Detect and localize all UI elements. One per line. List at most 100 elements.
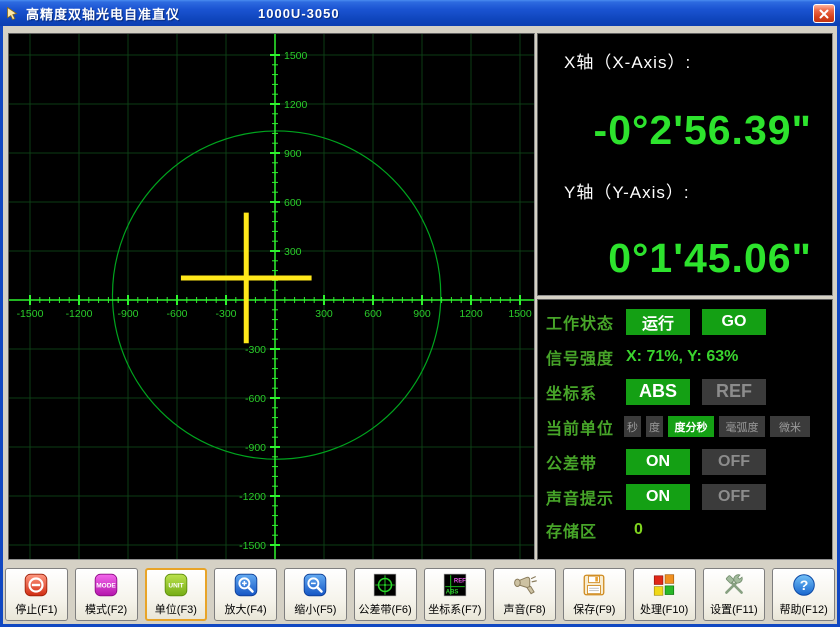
close-icon	[818, 8, 830, 20]
unit-option-arcsec[interactable]: 秒	[624, 416, 641, 437]
sound-icon	[512, 572, 538, 598]
stop-button[interactable]: 停止(F1)	[5, 568, 68, 621]
window-title: 高精度双轴光电自准直仪	[26, 4, 180, 23]
coordinate-system-row: 坐标系 ABS REF	[546, 374, 824, 409]
coordinate-system-button-label: 坐标系(F7)	[428, 601, 481, 617]
reticle-plot: -1500-1200-900-600-300300600900120015001…	[9, 34, 534, 559]
process-icon	[651, 572, 677, 598]
go-button[interactable]: GO	[702, 309, 766, 335]
svg-text:1200: 1200	[284, 99, 308, 111]
mode-button[interactable]: MODE 模式(F2)	[75, 568, 138, 621]
process-button[interactable]: 处理(F10)	[633, 568, 696, 621]
svg-text:MODE: MODE	[96, 583, 116, 590]
unit-option-mrad[interactable]: 毫弧度	[719, 416, 765, 437]
x-axis-label: X轴（X-Axis）:	[564, 48, 832, 73]
tolerance-band-row: 公差带 ON OFF	[546, 444, 824, 479]
signal-strength-row: 信号强度 X: 71%, Y: 63%	[546, 339, 824, 374]
mode-icon: MODE	[93, 572, 119, 598]
zoom-in-button-label: 放大(F4)	[225, 601, 267, 617]
sound-button-label: 声音(F8)	[504, 601, 546, 617]
help-button[interactable]: ? 帮助(F12)	[772, 568, 835, 621]
zoom-out-button-label: 缩小(F5)	[294, 601, 336, 617]
svg-text:900: 900	[413, 308, 431, 320]
help-icon: ?	[791, 572, 817, 598]
sound-prompt-label: 声音提示	[546, 485, 626, 509]
settings-button-label: 设置(F11)	[710, 601, 757, 617]
unit-button[interactable]: UNIT 单位(F3)	[145, 568, 208, 621]
abs-button[interactable]: ABS	[626, 379, 690, 405]
unit-option-dms[interactable]: 度分秒	[668, 416, 714, 437]
svg-text:1200: 1200	[459, 308, 483, 320]
tolerance-band-button-label: 公差带(F6)	[359, 601, 412, 617]
save-button[interactable]: 保存(F9)	[563, 568, 626, 621]
svg-text:?: ?	[799, 577, 808, 593]
work-status-label: 工作状态	[546, 310, 626, 334]
unit-option-micron[interactable]: 微米	[770, 416, 810, 437]
svg-text:1500: 1500	[284, 50, 308, 62]
svg-text:-600: -600	[166, 308, 187, 320]
sound-button[interactable]: 声音(F8)	[493, 568, 556, 621]
sound-off-button[interactable]: OFF	[702, 484, 766, 510]
close-button[interactable]	[813, 4, 835, 23]
storage-label: 存储区	[546, 518, 626, 542]
signal-strength-label: 信号强度	[546, 345, 626, 369]
save-icon	[581, 572, 607, 598]
tolerance-icon	[372, 572, 398, 598]
storage-value: 0	[634, 521, 643, 539]
svg-text:300: 300	[284, 246, 302, 258]
coordinate-system-label: 坐标系	[546, 380, 626, 404]
svg-text:-1200: -1200	[239, 491, 266, 503]
svg-text:300: 300	[315, 308, 333, 320]
svg-text:REF: REF	[454, 578, 466, 584]
stop-icon	[23, 572, 49, 598]
coordsys-icon: REF ABS	[442, 572, 468, 598]
svg-text:900: 900	[284, 148, 302, 160]
tolerance-band-label: 公差带	[546, 450, 626, 474]
settings-icon	[721, 572, 747, 598]
current-unit-row: 当前单位 秒 度 度分秒 毫弧度 微米	[546, 409, 824, 444]
svg-text:-1500: -1500	[17, 308, 44, 320]
tolerance-on-button[interactable]: ON	[626, 449, 690, 475]
svg-text:UNIT: UNIT	[168, 583, 183, 590]
tolerance-off-button[interactable]: OFF	[702, 449, 766, 475]
unit-button-label: 单位(F3)	[155, 601, 197, 617]
current-unit-label: 当前单位	[546, 415, 624, 439]
process-button-label: 处理(F10)	[640, 601, 688, 617]
run-button[interactable]: 运行	[626, 309, 690, 335]
toolbar: 停止(F1) MODE 模式(F2) UNIT 单位(F3)	[3, 565, 837, 624]
zoom-out-icon	[302, 572, 328, 598]
svg-text:600: 600	[364, 308, 382, 320]
svg-text:-1500: -1500	[239, 540, 266, 552]
svg-text:-300: -300	[245, 344, 266, 356]
sound-prompt-row: 声音提示 ON OFF	[546, 479, 824, 514]
app-window: 高精度双轴光电自准直仪 1000U-3050 -1500-1200-900-60…	[0, 0, 840, 627]
settings-button[interactable]: 设置(F11)	[703, 568, 766, 621]
ref-button[interactable]: REF	[702, 379, 766, 405]
mode-button-label: 模式(F2)	[85, 601, 127, 617]
titlebar[interactable]: 高精度双轴光电自准直仪 1000U-3050	[0, 0, 840, 26]
stop-button-label: 停止(F1)	[15, 601, 57, 617]
window-model: 1000U-3050	[258, 6, 340, 21]
help-button-label: 帮助(F12)	[779, 601, 827, 617]
svg-text:-1200: -1200	[66, 308, 93, 320]
y-axis-value: 0°1'45.06"	[538, 235, 812, 282]
readout-panel: X轴（X-Axis）: -0°2'56.39" Y轴（Y-Axis）: 0°1'…	[537, 33, 833, 296]
svg-text:-600: -600	[245, 393, 266, 405]
work-status-row: 工作状态 运行 GO	[546, 304, 824, 339]
zoom-out-button[interactable]: 缩小(F5)	[284, 568, 347, 621]
unit-icon: UNIT	[163, 572, 189, 598]
sound-on-button[interactable]: ON	[626, 484, 690, 510]
coordinate-system-button[interactable]: REF ABS 坐标系(F7)	[424, 568, 487, 621]
signal-strength-value: X: 71%, Y: 63%	[626, 348, 738, 366]
zoom-in-icon	[233, 572, 259, 598]
svg-text:600: 600	[284, 197, 302, 209]
reticle-plot-panel: -1500-1200-900-600-300300600900120015001…	[8, 33, 535, 560]
unit-option-degree[interactable]: 度	[646, 416, 663, 437]
svg-text:1500: 1500	[508, 308, 532, 320]
window-border-left	[0, 26, 3, 627]
status-panel: 工作状态 运行 GO 信号强度 X: 71%, Y: 63% 坐标系 ABS R…	[537, 299, 833, 560]
tolerance-band-button[interactable]: 公差带(F6)	[354, 568, 417, 621]
y-axis-label: Y轴（Y-Axis）:	[564, 178, 832, 203]
zoom-in-button[interactable]: 放大(F4)	[214, 568, 277, 621]
svg-text:ABS: ABS	[446, 590, 459, 596]
